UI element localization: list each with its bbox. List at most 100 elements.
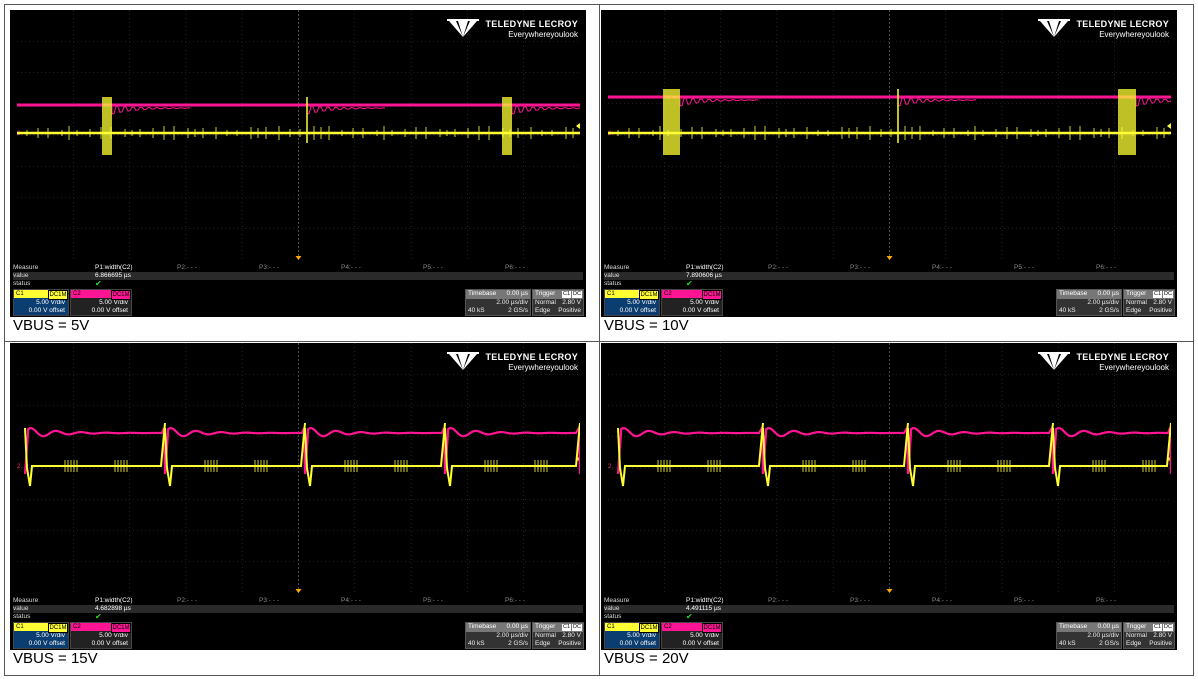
ch1-burst [1118,89,1136,155]
trigger-source: C1 [562,291,572,298]
timebase-delay: 0.00 µs [506,623,528,630]
timebase-rate: 2 GS/s [508,640,528,647]
measure-p4[interactable]: P4:- - - [341,264,361,272]
trigger-source: C1 [1153,624,1163,631]
measure-p5[interactable]: P5:- - - [423,597,443,605]
measure-p6[interactable]: P6:- - - [1096,597,1116,605]
measure-p1[interactable]: P1:width(C2) [686,264,724,272]
timebase-box[interactable]: Timebase 0.00 µs 2.00 µs/div 40 kS 2 GS/s [1056,622,1122,649]
measure-p4[interactable]: P4:- - - [932,264,952,272]
panel-caption: VBUS = 10V [604,317,689,334]
status-label: status [13,613,31,620]
trigger-box[interactable]: Trigger C1 DC Normal 2.80 V Edge Positive [1123,289,1175,316]
measure-row: Measure P1:width(C2) P2:- - - P3:- - - P… [13,597,583,605]
timebase-label: Timebase [468,290,497,297]
measure-p3[interactable]: P3:- - - [259,264,279,272]
measure-p5[interactable]: P5:- - - [1014,264,1034,272]
scope-screen: 2 TELEDYNE LECROY Everywhereyoulook Meas… [10,10,586,317]
trigger-source: C1 [1153,291,1163,298]
trigger-level-icon [1167,123,1171,129]
measure-p2[interactable]: P2:- - - [177,264,197,272]
trigger-label: Trigger [535,623,556,630]
measure-p1[interactable]: P1:width(C2) [686,597,724,605]
teledyne-logo-icon [1038,352,1071,370]
measure-p3[interactable]: P3:- - - [850,264,870,272]
measure-p2[interactable]: P2:- - - [177,597,197,605]
measure-p6[interactable]: P6:- - - [505,264,525,272]
trigger-label: Trigger [1126,290,1147,297]
measure-panel: Measure P1:width(C2) P2:- - - P3:- - - P… [10,593,586,650]
status-label: status [604,280,622,287]
status-check-icon: ✔ [95,279,102,288]
trigger-level: 2.80 V [1153,298,1172,306]
ch1-burst [663,89,680,155]
c2-name: C2 [73,291,81,297]
scope-screen: 2 TELEDYNE LECROY Everywhereyoulook Meas… [601,343,1177,650]
measure-p1[interactable]: P1:width(C2) [95,597,133,605]
c2-coupling: DC1M [111,290,131,300]
timebase-rate: 2 GS/s [1099,640,1119,647]
c1-coupling: DC1M [48,290,68,300]
c1-offset: 0.00 V offset [14,640,68,648]
c2-name: C2 [664,291,672,297]
measure-p5[interactable]: P5:- - - [423,264,443,272]
c1-offset: 0.00 V offset [605,307,659,315]
measure-p2[interactable]: P2:- - - [768,264,788,272]
panel-caption: VBUS = 20V [604,650,689,667]
ch1-burst [102,97,112,155]
trigger-source: C1 [562,624,572,631]
channel-c1-box[interactable]: C1 DC1M 5.00 V/div 0.00 V offset [13,289,69,316]
channel-c2-box[interactable]: C2 DC1M 5.00 V/div 0.00 V offset [661,289,723,316]
timebase-delay: 0.00 µs [1097,290,1119,297]
measure-p4[interactable]: P4:- - - [341,597,361,605]
measure-p3[interactable]: P3:- - - [259,597,279,605]
scope-panel-5v: 2 TELEDYNE LECROY Everywhereyoulook Meas… [5,5,588,337]
channel-c2-box[interactable]: C2 DC1M 5.00 V/div 0.00 V offset [70,622,132,649]
measure-row: Measure P1:width(C2) P2:- - - P3:- - - P… [604,264,1174,272]
measure-panel: Measure P1:width(C2) P2:- - - P3:- - - P… [601,593,1177,650]
trigger-label: Trigger [535,290,556,297]
channel-c2-box[interactable]: C2 DC1M 5.00 V/div 0.00 V offset [70,289,132,316]
channel-marker-icon: 2 [17,464,21,470]
ch2-trace [303,427,447,475]
measure-p5[interactable]: P5:- - - [1014,597,1034,605]
measure-p6[interactable]: P6:- - - [505,597,525,605]
trigger-level: 2.80 V [562,298,581,306]
measure-p2[interactable]: P2:- - - [768,597,788,605]
timebase-delay: 0.00 µs [506,290,528,297]
trigger-slope: Positive [558,640,581,647]
c1-coupling: DC1M [639,290,659,300]
trigger-box[interactable]: Trigger C1 DC Normal 2.80 V Edge Positive [532,622,584,649]
trigger-coupling: DC [572,291,582,298]
trigger-slope: Positive [1149,307,1172,314]
measure-p4[interactable]: P4:- - - [932,597,952,605]
channel-c1-box[interactable]: C1 DC1M 5.00 V/div 0.00 V offset [13,622,69,649]
teledyne-logo: TELEDYNE LECROY Everywhereyoulook [447,352,578,372]
measure-p1[interactable]: P1:width(C2) [95,264,133,272]
trigger-slope: Positive [558,307,581,314]
logo-tagline: Everywhereyoulook [1099,363,1169,372]
logo-brand: TELEDYNE LECROY [1076,352,1169,362]
scope-screen: 2 TELEDYNE LECROY Everywhereyoulook Meas… [601,10,1177,317]
measure-p6[interactable]: P6:- - - [1096,264,1116,272]
waveform-plot: 2 [17,10,580,260]
timebase-box[interactable]: Timebase 0.00 µs 2.00 µs/div 40 kS 2 GS/s [465,622,531,649]
trigger-type: Edge [1126,640,1142,647]
timebase-tdiv: 2.00 µs/div [1087,631,1119,639]
measure-p3[interactable]: P3:- - - [850,597,870,605]
timebase-box[interactable]: Timebase 0.00 µs 2.00 µs/div 40 kS 2 GS/s [465,289,531,316]
channel-c1-box[interactable]: C1 DC1M 5.00 V/div 0.00 V offset [604,289,660,316]
timebase-label: Timebase [468,623,497,630]
channel-c1-box[interactable]: C1 DC1M 5.00 V/div 0.00 V offset [604,622,660,649]
waveform-plot: 2 [608,343,1171,593]
channel-c2-box[interactable]: C2 DC1M 5.00 V/div 0.00 V offset [661,622,723,649]
trigger-box[interactable]: Trigger C1 DC Normal 2.80 V Edge Positive [1123,622,1175,649]
c2-offset: 0.00 V offset [662,640,722,648]
status-row: status ✔ [13,280,583,288]
ch2-trace [23,427,167,475]
trigger-box[interactable]: Trigger C1 DC Normal 2.80 V Edge Positive [532,289,584,316]
logo-brand: TELEDYNE LECROY [1076,19,1169,29]
measure-label: Measure [13,264,39,271]
timebase-box[interactable]: Timebase 0.00 µs 2.00 µs/div 40 kS 2 GS/s [1056,289,1122,316]
scope-screen: 2 TELEDYNE LECROY Everywhereyoulook Meas… [10,343,586,650]
